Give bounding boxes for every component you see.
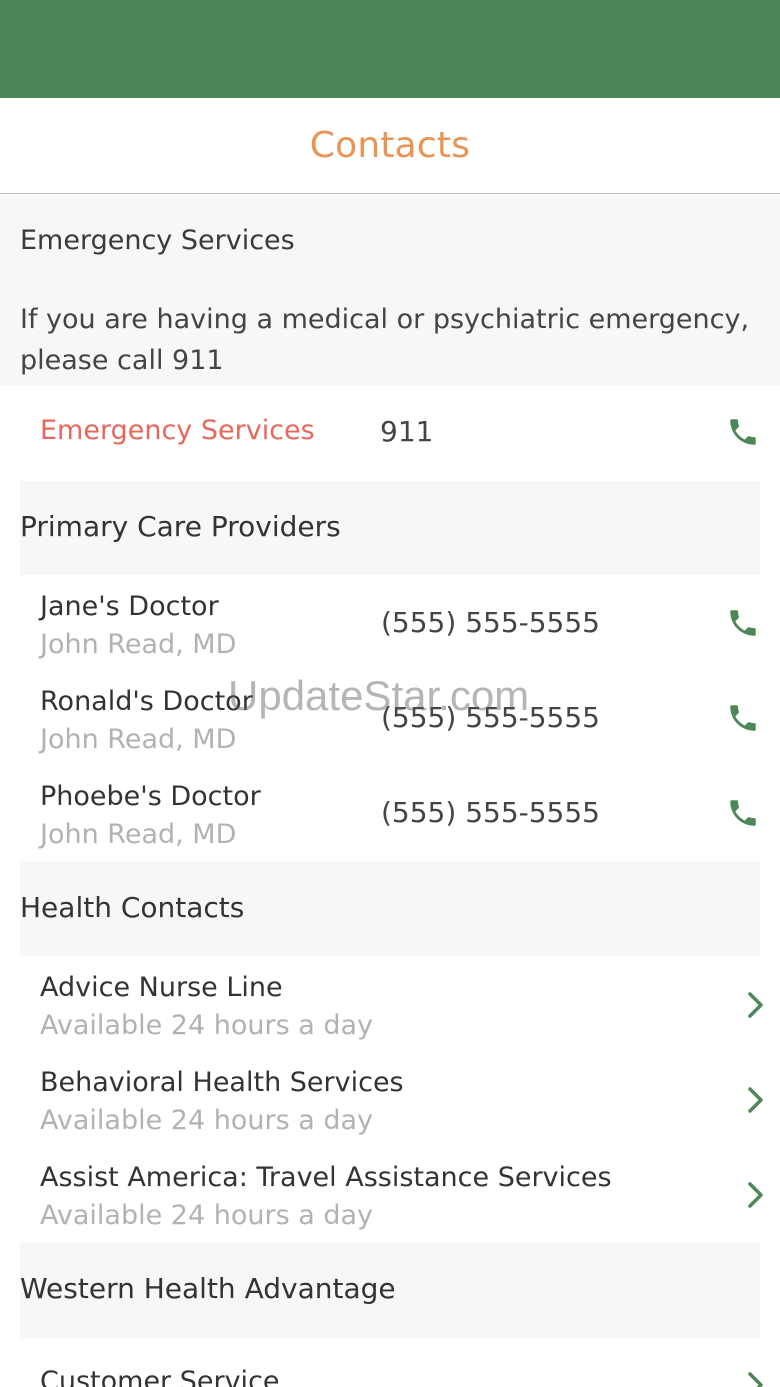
nav-header: Contacts <box>0 98 780 194</box>
provider-name: John Read, MD <box>40 819 237 850</box>
contact-phone: (555) 555-5555 <box>381 606 600 639</box>
page-title: Contacts <box>309 125 471 166</box>
chevron-right-icon <box>748 1182 763 1208</box>
list-item[interactable]: Customer Service <box>0 1338 780 1387</box>
provider-name: John Read, MD <box>40 724 237 755</box>
contact-name: Advice Nurse Line <box>40 972 283 1003</box>
contact-phone: 911 <box>380 415 434 448</box>
phone-icon[interactable] <box>726 796 760 830</box>
provider-name: John Read, MD <box>40 629 237 660</box>
availability-text: Available 24 hours a day <box>40 1105 374 1136</box>
contact-name: Ronald's Doctor <box>40 686 253 717</box>
emergency-services-row[interactable]: Emergency Services 911 <box>0 385 780 481</box>
list-item[interactable]: Assist America: Travel Assistance Servic… <box>0 1146 780 1242</box>
section-western-health: Western Health Advantage <box>20 1242 760 1338</box>
status-bar <box>0 0 780 98</box>
chevron-right-icon <box>748 992 763 1018</box>
contact-name: Behavioral Health Services <box>40 1067 404 1098</box>
section-title-emergency: Emergency Services <box>20 225 295 256</box>
contact-name: Emergency Services <box>40 415 315 446</box>
chevron-right-icon <box>748 1372 763 1387</box>
contact-name: Customer Service <box>40 1366 280 1387</box>
phone-icon[interactable] <box>726 415 760 449</box>
availability-text: Available 24 hours a day <box>40 1200 374 1231</box>
provider-row[interactable]: Phoebe's Doctor John Read, MD (555) 555-… <box>0 765 780 861</box>
provider-row[interactable]: Jane's Doctor John Read, MD (555) 555-55… <box>0 575 780 670</box>
section-primary-care: Primary Care Providers <box>20 481 760 575</box>
availability-text: Available 24 hours a day <box>40 1010 374 1041</box>
section-title: Western Health Advantage <box>20 1272 396 1305</box>
section-title: Primary Care Providers <box>20 510 341 543</box>
contact-name: Assist America: Travel Assistance Servic… <box>40 1162 612 1193</box>
contact-phone: (555) 555-5555 <box>381 796 600 829</box>
chevron-right-icon <box>748 1087 763 1113</box>
list-item[interactable]: Advice Nurse Line Available 24 hours a d… <box>0 956 780 1051</box>
phone-icon[interactable] <box>726 701 760 735</box>
section-health-contacts: Health Contacts <box>20 861 760 956</box>
contact-name: Phoebe's Doctor <box>40 781 261 812</box>
phone-icon[interactable] <box>726 606 760 640</box>
emergency-section: Emergency Services If you are having a m… <box>0 195 780 385</box>
contact-name: Jane's Doctor <box>40 591 219 622</box>
emergency-message: If you are having a medical or psychiatr… <box>20 304 750 376</box>
list-item[interactable]: Behavioral Health Services Available 24 … <box>0 1051 780 1146</box>
section-title: Health Contacts <box>20 891 245 924</box>
watermark: UpdateStar.com <box>228 672 530 719</box>
